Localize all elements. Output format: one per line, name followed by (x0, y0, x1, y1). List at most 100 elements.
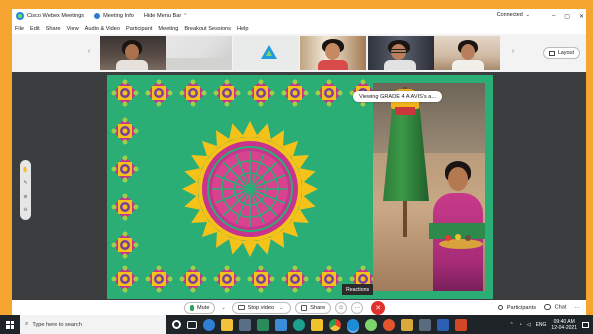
main-stage: ✋ ✎ ⊕ ⊖ Viewing GRADE 4 A AVIS's a... Re… (12, 72, 586, 300)
calculator-icon[interactable] (419, 318, 431, 331)
chat-label: Chat (554, 304, 567, 311)
wall-background (166, 58, 232, 70)
clock[interactable]: 09:40 AM 12-04-2021 (551, 319, 577, 331)
thali-item (455, 234, 461, 240)
participants-button[interactable]: Participants (498, 305, 536, 311)
mute-button[interactable]: Mute (184, 301, 216, 314)
menu-edit[interactable]: Edit (30, 26, 40, 32)
taskbar-search-box[interactable]: ⌕ Type here to search (20, 315, 166, 334)
hide-menu-bar-label: Hide Menu Bar (143, 13, 182, 19)
more-options-button[interactable]: ··· (351, 301, 364, 314)
signal-icon: ⌄ (525, 12, 530, 18)
stop-video-label: Stop video (247, 304, 275, 311)
layout-label: Layout (557, 50, 574, 56)
edge-browser-icon[interactable] (203, 318, 215, 331)
connection-status-label: Connected (496, 12, 523, 18)
menu-view[interactable]: View (67, 26, 79, 32)
edge-icon[interactable] (293, 318, 305, 331)
viewing-share-label[interactable]: Viewing GRADE 4 A AVIS's a... (353, 91, 443, 102)
layout-button[interactable]: Layout (542, 47, 580, 59)
pointer-icon[interactable]: ✋ (22, 167, 28, 173)
participant-shirt (384, 60, 416, 70)
stop-video-button[interactable]: Stop video ⌄ (231, 301, 292, 314)
menu-meeting[interactable]: Meeting (158, 26, 178, 32)
menu-audio-video[interactable]: Audio & Video (85, 26, 120, 32)
participant-video-tile[interactable] (368, 36, 434, 70)
camera-icon (237, 305, 245, 310)
participant-face (325, 43, 340, 60)
close-button[interactable]: ✕ (579, 13, 584, 20)
webex-alt-icon[interactable] (365, 318, 377, 331)
store-icon[interactable] (239, 318, 251, 331)
zoom-in-icon[interactable]: ⊕ (23, 194, 27, 200)
zoom-out-icon[interactable]: ⊖ (23, 207, 27, 213)
menu-file[interactable]: File (15, 26, 24, 32)
network-icon[interactable]: ◔ (519, 322, 522, 328)
menu-breakout-sessions[interactable]: Breakout Sessions (184, 26, 231, 32)
video-options-chevron-icon[interactable]: ⌄ (277, 305, 285, 311)
notifications-icon[interactable] (582, 321, 589, 328)
tray-up-icon[interactable]: ⌃ (509, 322, 513, 328)
chat-icon (544, 304, 552, 311)
photos-icon[interactable] (257, 318, 269, 331)
strip-prev-button[interactable]: ‹ (84, 47, 94, 57)
strip-next-button[interactable]: › (508, 47, 518, 57)
minimize-button[interactable]: – (552, 13, 555, 19)
cortana-icon[interactable] (172, 320, 181, 329)
windows-logo-icon (6, 320, 14, 329)
participant-video-tile[interactable] (166, 36, 232, 70)
hide-menu-bar-button[interactable]: Hide Menu Bar ⌃ (144, 13, 188, 19)
share-screen-icon (301, 304, 308, 311)
microphone-icon (190, 304, 194, 311)
menu-help[interactable]: Help (237, 26, 249, 32)
chat-button[interactable]: Chat (544, 304, 567, 311)
thali-item (445, 235, 451, 241)
search-icon: ⌕ (25, 321, 29, 327)
share-button[interactable]: Share (295, 301, 332, 314)
app-icon[interactable] (383, 318, 395, 331)
start-button[interactable] (0, 315, 20, 334)
file-explorer-icon[interactable] (221, 318, 233, 331)
participants-label: Participants (506, 304, 537, 311)
system-tray: ⌃ ◔ ◁ ENG 09:40 AM 12-04-2021 (509, 315, 589, 334)
paint-icon[interactable] (311, 318, 323, 331)
panel-controls: Participants Chat ··· (498, 300, 580, 315)
info-icon (94, 13, 101, 19)
window-controls: – ▢ ✕ (552, 9, 584, 23)
participant-video-tile[interactable] (233, 36, 299, 70)
word-icon[interactable] (437, 318, 449, 331)
powerpoint-icon[interactable] (455, 318, 467, 331)
participant-shirt (452, 60, 484, 70)
reactions-tooltip: Reactions (342, 284, 374, 295)
audio-options-chevron-icon[interactable]: ⌄ (219, 305, 227, 311)
more-icon: ··· (354, 304, 361, 311)
end-meeting-button[interactable]: ✕ (371, 300, 386, 315)
reactions-button[interactable]: ☺ (335, 301, 348, 314)
language-indicator[interactable]: ENG (536, 322, 547, 328)
participant-video-tile[interactable] (100, 36, 166, 70)
shared-screen-content: Viewing GRADE 4 A AVIS's a... (107, 75, 493, 299)
restore-button[interactable]: ▢ (564, 13, 570, 20)
overflow-button[interactable]: ··· (574, 305, 580, 311)
chevron-up-icon: ⌃ (183, 13, 188, 19)
task-view-icon[interactable] (187, 320, 197, 329)
gudi-ribbon (395, 107, 415, 115)
chrome-icon[interactable] (329, 318, 341, 331)
webex-taskbar-icon[interactable] (347, 318, 359, 331)
pen-icon[interactable]: ✎ (23, 180, 27, 186)
connection-status[interactable]: Connected ⌄ (497, 12, 530, 18)
participant-video-tile[interactable] (300, 36, 366, 70)
menu-participant[interactable]: Participant (126, 26, 152, 32)
menu-share[interactable]: Share (46, 26, 61, 32)
meeting-info-label: Meeting Info (103, 13, 134, 19)
volume-icon[interactable]: ◁ (527, 322, 531, 328)
participants-icon (498, 304, 504, 310)
folder-icon[interactable] (401, 318, 413, 331)
meeting-info-button[interactable]: Meeting Info (94, 13, 134, 19)
clock-date: 12-04-2021 (551, 324, 577, 331)
webex-logo-icon (16, 12, 24, 20)
participant-video-tile[interactable] (434, 36, 500, 70)
participant-video-strip: ‹ › Layout (12, 34, 586, 72)
settings-icon[interactable] (275, 318, 287, 331)
close-icon: ✕ (375, 304, 382, 312)
